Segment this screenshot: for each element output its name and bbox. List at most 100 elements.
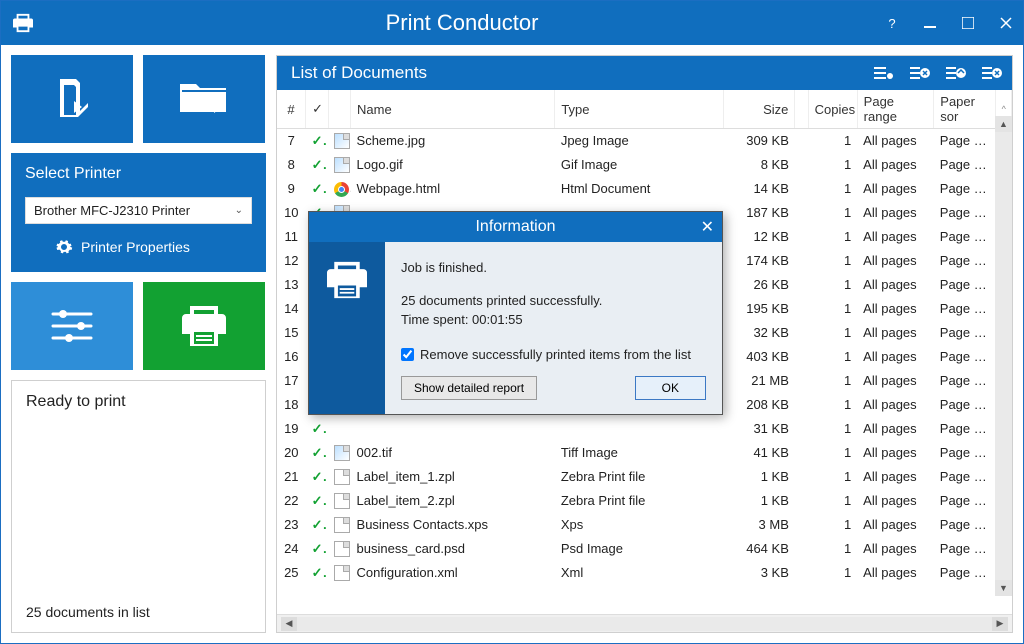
cell-type: Html Document	[555, 177, 724, 201]
remove-printed-checkbox[interactable]	[401, 348, 414, 361]
clear-list-icon[interactable]	[980, 62, 1002, 84]
cell-size: 14 KB	[723, 177, 795, 201]
dialog-icon-area	[309, 242, 385, 414]
cell-num: 23	[277, 513, 306, 537]
left-column: Select Printer Brother MFC-J2310 Printer…	[11, 55, 266, 633]
printer-properties-link[interactable]: Printer Properties	[25, 238, 252, 256]
table-header-row: # ✓ Name Type Size Copies Page range Pap…	[277, 90, 1012, 129]
cell-name: Label_item_2.zpl	[351, 489, 555, 513]
print-tile[interactable]	[143, 282, 265, 370]
col-check[interactable]: ✓	[306, 90, 328, 129]
cell-paper: Page siz	[934, 249, 995, 273]
cell-copies: 1	[808, 465, 857, 489]
cell-size: 187 KB	[723, 201, 795, 225]
cell-size: 21 MB	[723, 369, 795, 393]
cell-paper: Page siz	[934, 513, 995, 537]
checkmark-icon: ✓	[306, 441, 328, 465]
file-type-icon	[328, 129, 350, 153]
table-row[interactable]: 9✓Webpage.htmlHtml Document14 KB1All pag…	[277, 177, 1012, 201]
ok-button[interactable]: OK	[635, 376, 706, 400]
col-num[interactable]: #	[277, 90, 306, 129]
col-size[interactable]: Size	[723, 90, 795, 129]
add-folder-tile[interactable]	[143, 55, 265, 143]
col-type[interactable]: Type	[555, 90, 724, 129]
scroll-up-arrow[interactable]: ▲	[995, 116, 1012, 132]
show-report-button[interactable]: Show detailed report	[401, 376, 537, 400]
file-type-icon	[328, 537, 350, 561]
cell-type: Xps	[555, 513, 724, 537]
close-button[interactable]	[997, 14, 1015, 32]
table-row[interactable]: 19✓31 KB1All pagesPage siz	[277, 417, 1012, 441]
cell-pagerange: All pages	[857, 369, 934, 393]
printer-select[interactable]: Brother MFC-J2310 Printer ⌄	[25, 197, 252, 224]
cell-copies: 1	[808, 273, 857, 297]
scroll-left-arrow[interactable]: ◀	[281, 617, 297, 631]
vertical-scrollbar[interactable]: ▲ ▼	[995, 116, 1012, 596]
cell-pagerange: All pages	[857, 225, 934, 249]
scroll-right-arrow[interactable]: ▶	[992, 617, 1008, 631]
cell-num: 16	[277, 345, 306, 369]
col-name[interactable]: Name	[351, 90, 555, 129]
cell-pagerange: All pages	[857, 417, 934, 441]
checkmark-icon: ✓	[306, 129, 328, 153]
minimize-button[interactable]	[921, 14, 939, 32]
cell-copies: 1	[808, 345, 857, 369]
status-ready-label: Ready to print	[26, 393, 251, 411]
settings-tile[interactable]	[11, 282, 133, 370]
chevron-down-icon: ⌄	[235, 205, 243, 216]
table-row[interactable]: 22✓Label_item_2.zplZebra Print file1 KB1…	[277, 489, 1012, 513]
col-pagerange[interactable]: Page range	[857, 90, 934, 129]
col-copies[interactable]: Copies	[808, 90, 857, 129]
cell-num: 9	[277, 177, 306, 201]
dialog-line1: Job is finished.	[401, 260, 706, 275]
cell-paper: Page siz	[934, 273, 995, 297]
table-row[interactable]: 23✓Business Contacts.xpsXps3 MB1All page…	[277, 513, 1012, 537]
cell-type: Zebra Print file	[555, 489, 724, 513]
printer-panel: Select Printer Brother MFC-J2310 Printer…	[11, 153, 266, 272]
scroll-track-h[interactable]	[297, 617, 992, 631]
col-icon[interactable]	[328, 90, 350, 129]
table-row[interactable]: 25✓Configuration.xmlXml3 KB1All pagesPag…	[277, 561, 1012, 585]
dialog-close-button[interactable]: ✕	[701, 217, 714, 237]
add-files-tile[interactable]	[11, 55, 133, 143]
cell-pagerange: All pages	[857, 249, 934, 273]
checkmark-icon: ✓	[306, 153, 328, 177]
cell-size: 403 KB	[723, 345, 795, 369]
cell-type: Tiff Image	[555, 441, 724, 465]
dialog-line2: 25 documents printed successfully.	[401, 293, 706, 308]
printer-icon	[325, 260, 369, 300]
move-up-icon[interactable]	[944, 62, 966, 84]
cell-copies: 1	[808, 297, 857, 321]
scroll-track[interactable]	[995, 132, 1012, 580]
remove-checked-icon[interactable]	[908, 62, 930, 84]
file-type-icon	[328, 441, 350, 465]
table-row[interactable]: 8✓Logo.gifGif Image8 KB1All pagesPage si…	[277, 153, 1012, 177]
maximize-button[interactable]	[959, 14, 977, 32]
cell-paper: Page siz	[934, 393, 995, 417]
table-row[interactable]: 24✓business_card.psdPsd Image464 KB1All …	[277, 537, 1012, 561]
table-row[interactable]: 21✓Label_item_1.zplZebra Print file1 KB1…	[277, 465, 1012, 489]
cell-num: 8	[277, 153, 306, 177]
table-row[interactable]: 7✓Scheme.jpgJpeg Image309 KB1All pagesPa…	[277, 129, 1012, 153]
horizontal-scrollbar[interactable]: ◀ ▶	[277, 614, 1012, 632]
cell-size: 309 KB	[723, 129, 795, 153]
cell-paper: Page siz	[934, 129, 995, 153]
cell-pagerange: All pages	[857, 513, 934, 537]
col-paper[interactable]: Paper sor	[934, 90, 995, 129]
cell-pagerange: All pages	[857, 561, 934, 585]
cell-copies: 1	[808, 441, 857, 465]
filter-icon[interactable]	[872, 62, 894, 84]
cell-paper: Page siz	[934, 177, 995, 201]
documents-title: List of Documents	[291, 63, 427, 83]
cell-size: 195 KB	[723, 297, 795, 321]
cell-paper: Page siz	[934, 369, 995, 393]
dialog-remove-checkbox[interactable]: Remove successfully printed items from t…	[401, 347, 706, 362]
cell-pagerange: All pages	[857, 201, 934, 225]
cell-num: 20	[277, 441, 306, 465]
scroll-down-arrow[interactable]: ▼	[995, 580, 1012, 596]
help-button[interactable]: ?	[883, 14, 901, 32]
status-count-label: 25 documents in list	[26, 604, 251, 620]
cell-num: 17	[277, 369, 306, 393]
cell-num: 22	[277, 489, 306, 513]
table-row[interactable]: 20✓002.tifTiff Image41 KB1All pagesPage …	[277, 441, 1012, 465]
